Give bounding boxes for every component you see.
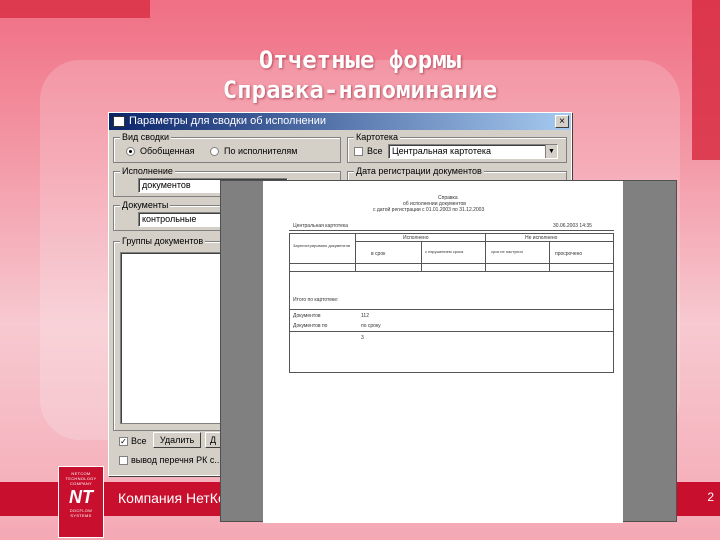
report-date: 30.06.2003 14:35 — [553, 223, 592, 229]
svodka-label: Вид сводки — [120, 132, 171, 142]
report-page: Справка об исполнении документов с датой… — [263, 181, 623, 523]
dialog-title-bar: Параметры для сводки об исполнении × — [109, 113, 571, 130]
report-col-late: с нарушением срока — [425, 249, 464, 254]
report-row-line — [289, 263, 614, 264]
add-button[interactable]: Д — [205, 432, 221, 448]
slide-title: Отчетные формы Справка-напоминание — [0, 45, 720, 105]
kartoteka-label: Картотека — [354, 132, 401, 142]
chevron-down-icon[interactable]: ▼ — [545, 145, 557, 158]
report-row-total: Итого по картотеке: — [293, 297, 339, 303]
report-col-group-1: Исполнено — [403, 235, 429, 241]
report-row-line — [289, 331, 614, 332]
report-preview-window: Справка об исполнении документов с датой… — [220, 180, 677, 523]
kartoteka-select[interactable]: Центральная картотека ▼ — [388, 144, 558, 159]
ispolnenie-value: документов — [142, 180, 191, 190]
report-row-exec-value: по сроку — [361, 323, 381, 329]
decor-top-left — [0, 0, 150, 18]
logo-mark: NT — [69, 487, 93, 507]
kartoteka-group: Картотека Все Центральная картотека ▼ — [347, 132, 567, 163]
radio-by-executor[interactable] — [210, 147, 219, 156]
report-col-ontime: в срок — [371, 251, 386, 257]
logo-line-5: SYSTEMS — [70, 513, 92, 518]
print-list-label: вывод перечня РК с... — [131, 455, 222, 465]
form-icon — [113, 116, 125, 127]
report-row-docs: Документов — [293, 313, 321, 319]
report-col-intime: срок не наступил — [491, 249, 523, 254]
svodka-group: Вид сводки Обобщенная По исполнителям — [113, 132, 341, 163]
dokumenty-value: контрольные — [142, 214, 197, 224]
kartoteka-all-label: Все — [367, 146, 383, 156]
footer-company: Компания НетКо — [118, 490, 226, 506]
report-col-group-2: Не исполнено — [525, 235, 558, 241]
groups-label: Группы документов — [120, 236, 206, 246]
dialog-title: Параметры для сводки об исполнении — [129, 115, 326, 127]
ispolnenie-label: Исполнение — [120, 166, 175, 176]
report-rule — [289, 230, 614, 231]
groups-all-checkbox[interactable]: ✓ — [119, 437, 128, 446]
dokumenty-label: Документы — [120, 200, 171, 210]
report-row-docs-value: 112 — [361, 313, 369, 319]
print-list-checkbox[interactable] — [119, 456, 128, 465]
report-col-line — [421, 241, 422, 271]
page-number: 2 — [707, 490, 714, 504]
kartoteka-all-checkbox[interactable] — [354, 147, 363, 156]
radio-by-executor-label: По исполнителям — [224, 146, 298, 156]
report-row-other-value: 3 — [361, 335, 364, 341]
delete-button[interactable]: Удалить — [153, 432, 201, 448]
report-row-line — [355, 241, 614, 242]
report-col-line — [485, 233, 486, 271]
report-col-line — [355, 233, 356, 271]
period-label: Дата регистрации документов — [354, 166, 484, 176]
title-line-1: Отчетные формы — [258, 46, 462, 74]
kartoteka-value: Центральная картотека — [392, 146, 491, 156]
title-line-2: Справка-напоминание — [222, 76, 498, 104]
radio-general[interactable] — [126, 147, 135, 156]
radio-general-label: Обобщенная — [140, 146, 195, 156]
company-logo: NETCOM TECHNOLOGY COMPANY NT DOCFLOW SYS… — [58, 466, 104, 538]
report-row-line — [289, 309, 614, 310]
report-org: Центральная картотека — [293, 223, 348, 229]
groups-all-label: Все — [131, 436, 147, 446]
report-col-line — [549, 241, 550, 271]
report-row-exec: Документов по — [293, 323, 328, 329]
report-heading-3: с датой регистрации с 01.01.2003 по 31.1… — [373, 207, 485, 213]
close-icon[interactable]: × — [555, 115, 569, 128]
report-col-overdue: просрочено — [555, 251, 583, 257]
report-row-line — [289, 271, 614, 272]
report-col-total: Зарегистрировано документов — [293, 243, 351, 248]
